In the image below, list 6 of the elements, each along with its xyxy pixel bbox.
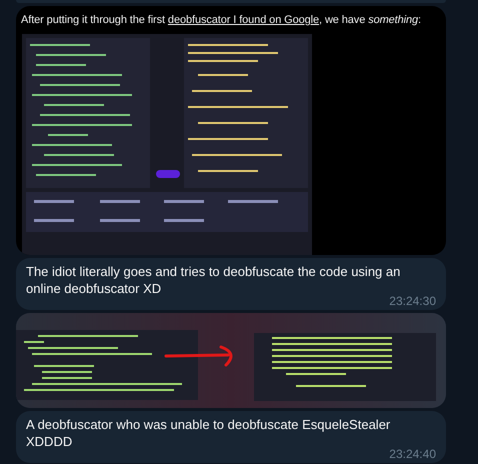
- message-text: A deobfuscator who was unable to deobfuscate EsqueleStealer XDDDD: [26, 416, 392, 450]
- message-link[interactable]: deobfuscator I found on Google: [168, 14, 320, 26]
- message-text: The idiot literally goes and tries to deobfuscate the code using an online deobfuscator XD: [26, 263, 402, 296]
- message-time: 23:24:40: [389, 447, 436, 461]
- message-time: 23:24:30: [389, 294, 436, 308]
- message-text: After putting it through the first deobfuscator I found on Google, we have something:: [20, 13, 422, 28]
